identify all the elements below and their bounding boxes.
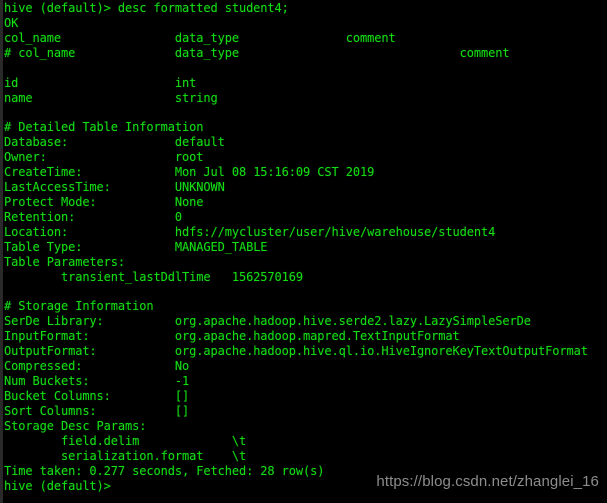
terminal-window[interactable]: hive (default)> desc formatted student4;… — [0, 0, 607, 503]
watermark-url: https://blog.csdn.net/zhanglei_16 — [376, 473, 599, 490]
console-output[interactable]: hive (default)> desc formatted student4;… — [3, 0, 607, 493]
